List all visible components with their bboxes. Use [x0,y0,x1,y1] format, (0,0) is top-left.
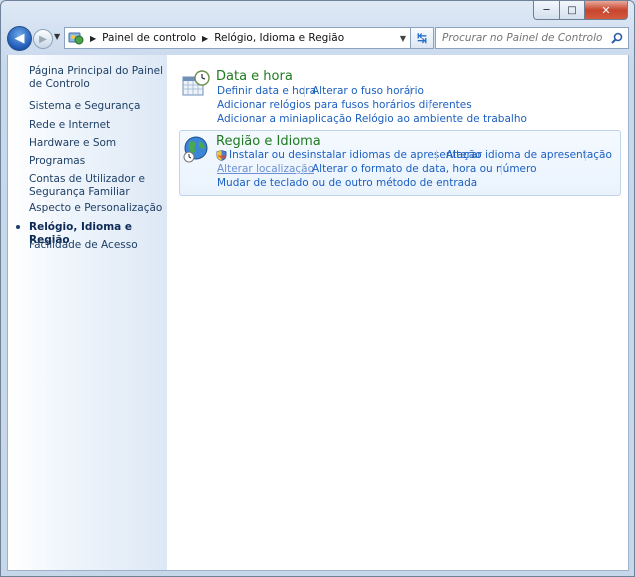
search-icon[interactable] [611,32,623,44]
link-separator [304,86,305,97]
control-panel-window: ─ □ ✕ ◀ ▶ ▼ ▶ Painel de controlo ▶ Relóg… [0,0,635,577]
current-item-bullet-icon [16,225,20,229]
category-title-region-language[interactable]: Região e Idioma [216,134,321,149]
address-bar[interactable]: ▶ Painel de controlo ▶ Relógio, Idioma e… [64,27,411,49]
link-set-date-time[interactable]: Definir data e hora [217,85,316,97]
link-separator [501,164,502,175]
link-change-time-zone[interactable]: Alterar o fuso horário [312,85,424,97]
main-content-pane: Data e hora Definir data e hora Alterar … [167,55,629,571]
sidebar-item-appearance[interactable]: Aspecto e Personalização [29,202,167,215]
left-navigation-pane: Página Principal do Painel de Controlo S… [7,55,168,571]
sidebar-item-ease-of-access[interactable]: Facilidade de Acesso [29,239,167,252]
caption-buttons: ─ □ ✕ [533,1,628,20]
link-change-keyboard[interactable]: Mudar de teclado ou de outro método de e… [217,177,477,189]
close-button[interactable]: ✕ [585,1,628,20]
navigation-bar: ◀ ▶ ▼ ▶ Painel de controlo ▶ Relógio, Id… [7,25,629,51]
back-button[interactable]: ◀ [7,26,32,51]
sidebar-item-hardware-sound[interactable]: Hardware e Som [29,137,167,150]
link-add-clocks[interactable]: Adicionar relógios para fusos horários d… [217,99,472,111]
address-dropdown-icon[interactable]: ▼ [396,28,410,48]
sidebar-item-network-internet[interactable]: Rede e Internet [29,119,167,132]
sidebar-item-user-accounts[interactable]: Contas de Utilizador e Segurança Familia… [29,173,167,199]
link-change-display-language[interactable]: Alterar idioma de apresentação [446,149,612,161]
category-title-date-time[interactable]: Data e hora [216,69,293,84]
breadcrumb-arrow-icon[interactable]: ▶ [202,34,208,43]
link-separator [410,86,411,97]
link-install-display-languages[interactable]: Instalar ou desinstalar idiomas de apres… [229,149,482,161]
sidebar-item-system-security[interactable]: Sistema e Segurança [29,100,167,113]
sidebar-item-home[interactable]: Página Principal do Painel de Controlo [29,65,167,91]
forward-button[interactable]: ▶ [33,29,53,49]
link-separator [585,150,586,161]
control-panel-icon [68,32,84,45]
link-separator [429,100,430,111]
breadcrumb-arrow-icon[interactable]: ▶ [90,34,96,43]
refresh-button[interactable]: ↹ [410,27,434,49]
link-add-clock-gadget[interactable]: Adicionar a miniaplicação Relógio ao amb… [217,113,527,125]
search-input[interactable] [442,32,602,44]
search-box[interactable] [435,27,629,49]
globe-clock-icon[interactable] [181,135,211,165]
sidebar-item-programs[interactable]: Programas [29,155,167,168]
shield-icon [216,150,227,161]
recent-pages-dropdown-icon[interactable]: ▼ [54,33,62,41]
link-separator [303,164,304,175]
date-time-icon[interactable] [181,69,211,99]
minimize-button[interactable]: ─ [533,1,560,20]
breadcrumb-clock-language-region[interactable]: Relógio, Idioma e Região [214,32,344,44]
breadcrumb-control-panel[interactable]: Painel de controlo [102,32,196,44]
link-change-date-time-number-format[interactable]: Alterar o formato de data, hora ou númer… [312,163,537,175]
link-separator [436,150,437,161]
maximize-button[interactable]: □ [560,1,585,20]
link-change-location[interactable]: Alterar localização [217,163,314,175]
